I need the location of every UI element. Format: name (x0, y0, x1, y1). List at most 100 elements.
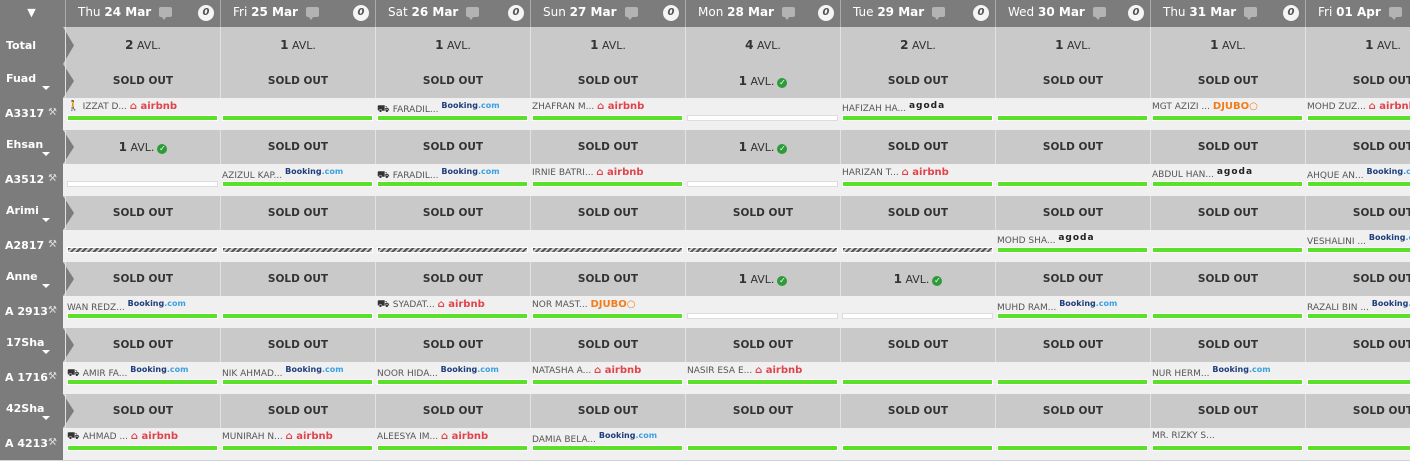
unit-toggle-anne[interactable]: Anne (0, 262, 74, 296)
sold-out-cell[interactable]: SOLD OUT (530, 394, 685, 428)
comment-icon[interactable] (1388, 7, 1402, 20)
booking-entry[interactable]: NOR MAST... DJUBO○ (532, 299, 635, 310)
sold-out-cell[interactable]: SOLD OUT (1305, 64, 1410, 98)
booked-bar[interactable] (842, 445, 993, 451)
booked-bar[interactable] (687, 445, 838, 451)
booked-bar[interactable] (1152, 115, 1303, 121)
booked-bar[interactable] (997, 115, 1148, 121)
sold-out-cell[interactable]: SOLD OUT (1150, 130, 1305, 164)
booked-bar[interactable] (1307, 313, 1410, 319)
sold-out-cell[interactable]: SOLD OUT (530, 328, 685, 362)
booking-entry[interactable]: ⛟ FARADIL... Booking.com (377, 167, 500, 183)
broom-icon[interactable]: ⚒ (48, 303, 57, 318)
sold-out-cell[interactable]: SOLD OUT (1150, 196, 1305, 230)
booked-bar[interactable] (532, 181, 683, 187)
room-name[interactable]: A2817 ⚒ (0, 230, 63, 262)
booked-bar[interactable] (997, 379, 1148, 385)
booked-bar[interactable] (687, 379, 838, 385)
booking-entry[interactable]: ABDUL HAN... agoda (1152, 167, 1253, 180)
sold-out-cell[interactable]: SOLD OUT (1150, 64, 1305, 98)
booking-entry[interactable]: NOOR HIDA... Booking.com (377, 365, 499, 379)
date-column-header[interactable]: Fri 01 Apr0 (1305, 0, 1410, 27)
booking-entry[interactable]: AZIZUL KAP... Booking.com (222, 167, 343, 181)
sold-out-cell[interactable]: SOLD OUT (65, 328, 220, 362)
sold-out-cell[interactable]: SOLD OUT (995, 328, 1150, 362)
room-name[interactable]: A3317 ⚒ (0, 98, 63, 130)
available-cell[interactable]: 1 AVL. ✓ (685, 130, 840, 164)
sold-out-cell[interactable]: SOLD OUT (220, 130, 375, 164)
comment-icon[interactable] (159, 7, 173, 20)
sold-out-cell[interactable]: SOLD OUT (220, 328, 375, 362)
sold-out-cell[interactable]: SOLD OUT (375, 262, 530, 296)
sold-out-cell[interactable]: SOLD OUT (375, 328, 530, 362)
collapse-all-button[interactable]: ▼ (0, 0, 63, 27)
sold-out-cell[interactable]: SOLD OUT (1305, 328, 1410, 362)
date-column-header[interactable]: Sat 26 Mar 0 (375, 0, 530, 27)
broom-icon[interactable]: ⚒ (48, 171, 57, 186)
booked-bar[interactable] (532, 379, 683, 385)
booking-entry[interactable]: ⛟ AMIR FA... Booking.com (67, 365, 188, 381)
booked-bar[interactable] (997, 445, 1148, 451)
sold-out-cell[interactable]: SOLD OUT (995, 394, 1150, 428)
sold-out-cell[interactable]: SOLD OUT (1150, 328, 1305, 362)
booked-bar[interactable] (1152, 379, 1303, 385)
booking-entry[interactable]: DAMIA BELA... Booking.com (532, 431, 657, 445)
booked-bar[interactable] (532, 313, 683, 319)
booking-entry[interactable]: MUHD RAM... Booking.com (997, 299, 1117, 313)
booking-entry[interactable]: ⛟ FARADIL... Booking.com (377, 101, 500, 117)
booking-entry[interactable]: MUNIRAH N... ⌂ airbnb (222, 431, 333, 442)
booked-bar[interactable] (67, 445, 218, 451)
booked-bar[interactable] (222, 445, 373, 451)
booked-bar[interactable] (1307, 445, 1410, 451)
sold-out-cell[interactable]: SOLD OUT (530, 64, 685, 98)
sold-out-cell[interactable]: SOLD OUT (995, 130, 1150, 164)
sold-out-cell[interactable]: SOLD OUT (220, 196, 375, 230)
comment-icon[interactable] (1092, 7, 1106, 20)
booked-bar[interactable] (222, 379, 373, 385)
booking-entry[interactable]: ⛟ SYADAT... ⌂ airbnb (377, 299, 485, 312)
date-column-header[interactable]: Tue 29 Mar 0 (840, 0, 995, 27)
unit-toggle-42sha[interactable]: 42Sha (0, 394, 74, 428)
booked-bar[interactable] (1307, 247, 1410, 253)
sold-out-cell[interactable]: SOLD OUT (1305, 262, 1410, 296)
sold-out-cell[interactable]: SOLD OUT (1305, 196, 1410, 230)
sold-out-cell[interactable]: SOLD OUT (685, 394, 840, 428)
unit-toggle-arimi[interactable]: Arimi (0, 196, 74, 230)
booking-entry[interactable]: MR. RIZKY S... (1152, 431, 1215, 441)
broom-icon[interactable]: ⚒ (48, 369, 57, 384)
sold-out-cell[interactable]: SOLD OUT (685, 196, 840, 230)
sold-out-cell[interactable]: SOLD OUT (840, 394, 995, 428)
date-column-header[interactable]: Mon 28 Mar 0 (685, 0, 840, 27)
unit-toggle-fuad[interactable]: Fuad (0, 64, 74, 98)
sold-out-cell[interactable]: SOLD OUT (220, 394, 375, 428)
comment-icon[interactable] (781, 7, 795, 20)
blocked-bar[interactable] (532, 247, 683, 253)
available-cell[interactable]: 1 AVL. ✓ (685, 64, 840, 98)
booked-bar[interactable] (842, 181, 993, 187)
sold-out-cell[interactable]: SOLD OUT (530, 130, 685, 164)
sold-out-cell[interactable]: SOLD OUT (840, 196, 995, 230)
booking-entry[interactable]: RAZALI BIN ... Booking.com (1307, 299, 1410, 313)
free-bar[interactable] (842, 313, 993, 319)
booking-entry[interactable]: NIK AHMAD... Booking.com (222, 365, 344, 379)
available-cell[interactable]: 1 AVL. ✓ (685, 262, 840, 296)
free-bar[interactable] (687, 313, 838, 319)
booking-entry[interactable]: WAN REDZ... Booking.com (67, 299, 186, 313)
booking-entry[interactable]: NASIR ESA E... ⌂ airbnb (687, 365, 802, 376)
unit-toggle-17sha[interactable]: 17Sha (0, 328, 74, 362)
broom-icon[interactable]: ⚒ (48, 435, 57, 450)
booked-bar[interactable] (1307, 115, 1410, 121)
broom-icon[interactable]: ⚒ (48, 105, 57, 120)
sold-out-cell[interactable]: SOLD OUT (995, 196, 1150, 230)
sold-out-cell[interactable]: SOLD OUT (840, 328, 995, 362)
booking-entry[interactable]: VESHALINI ... Booking.com (1307, 233, 1410, 247)
booked-bar[interactable] (842, 379, 993, 385)
sold-out-cell[interactable]: SOLD OUT (685, 328, 840, 362)
comment-icon[interactable] (1244, 7, 1258, 20)
booked-bar[interactable] (1152, 181, 1303, 187)
booking-entry[interactable]: ALEESYA IM... ⌂ airbnb (377, 431, 488, 442)
sold-out-cell[interactable]: SOLD OUT (840, 130, 995, 164)
booked-bar[interactable] (997, 247, 1148, 253)
date-column-header[interactable]: Thu 24 Mar 0 (65, 0, 220, 27)
booked-bar[interactable] (67, 115, 218, 121)
